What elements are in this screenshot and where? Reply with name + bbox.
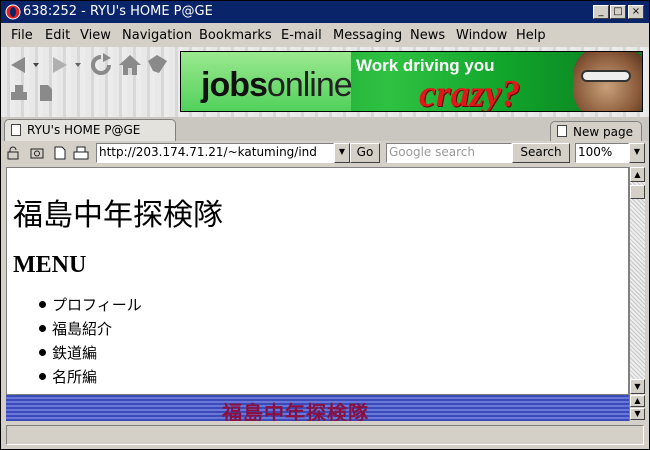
maximize-button[interactable]: □	[610, 5, 626, 19]
banner-glasses-image	[581, 70, 631, 82]
scroll-up-button[interactable]: ▲	[630, 395, 645, 407]
maximize-icon: □	[613, 6, 623, 17]
bookmarks-icon[interactable]	[145, 53, 171, 77]
menu-messaging[interactable]: Messaging	[333, 28, 402, 43]
close-button[interactable]: ×	[628, 5, 644, 19]
menu-bookmarks[interactable]: Bookmarks	[199, 28, 272, 43]
menu-item-sights[interactable]: 名所編	[52, 368, 97, 386]
menu-help[interactable]: Help	[516, 28, 546, 43]
scroll-thumb[interactable]	[630, 185, 645, 199]
bullet-icon	[39, 325, 46, 332]
reload-icon[interactable]	[89, 53, 113, 77]
chevron-down-icon: ▼	[634, 409, 641, 418]
menu-email[interactable]: E-mail	[281, 28, 322, 43]
chevron-up-icon: ▲	[634, 170, 641, 179]
print-preview-icon[interactable]	[73, 146, 89, 160]
menu-window[interactable]: Window	[456, 28, 507, 43]
minimize-icon: _	[598, 6, 604, 17]
chevron-down-icon: ▼	[338, 147, 346, 156]
new-page-icon	[557, 125, 567, 137]
search-button[interactable]: Search	[512, 143, 570, 163]
bullet-icon	[39, 349, 46, 356]
bullet-icon	[39, 373, 46, 380]
bottom-frame: 福島中年探検隊	[6, 395, 629, 421]
content-scrollbar[interactable]: ▲ ▼	[629, 167, 645, 395]
go-button[interactable]: Go	[350, 143, 380, 163]
back-icon[interactable]	[7, 55, 29, 75]
zoom-dropdown[interactable]: ▼	[629, 143, 645, 163]
banner-brand-light: online	[266, 66, 353, 104]
forward-dropdown-icon[interactable]	[74, 61, 82, 69]
menu-heading: MENU	[13, 252, 87, 278]
list-item[interactable]: プロフィール	[39, 294, 142, 318]
forward-icon[interactable]	[49, 55, 71, 75]
close-icon: ×	[631, 6, 641, 17]
url-history-dropdown[interactable]: ▼	[334, 143, 350, 163]
page-title: 福島中年探検隊	[13, 198, 223, 233]
scroll-down-button[interactable]: ▼	[630, 408, 645, 420]
menu-item-profile[interactable]: プロフィール	[52, 296, 142, 314]
bottom-frame-title: 福島中年探検隊	[222, 401, 369, 421]
tab-bar: RYU's HOME P@GE New page	[1, 117, 649, 141]
menu-edit[interactable]: Edit	[45, 28, 70, 43]
minimize-button[interactable]: _	[593, 5, 609, 19]
new-page-label: New page	[573, 125, 633, 139]
page-info-icon[interactable]	[54, 146, 66, 160]
page-icon	[11, 124, 21, 136]
chevron-down-icon: ▼	[634, 382, 641, 391]
back-dropdown-icon[interactable]	[32, 61, 40, 69]
scroll-up-button[interactable]: ▲	[630, 167, 645, 182]
chevron-down-icon: ▼	[633, 147, 641, 156]
address-bar-row: http://203.174.71.21/~katuming/ind ▼ Go …	[1, 141, 649, 166]
home-icon[interactable]	[117, 53, 143, 77]
tab-label: RYU's HOME P@GE	[27, 123, 141, 137]
tab-new-page[interactable]: New page	[550, 121, 642, 141]
opera-logo-icon	[5, 4, 21, 20]
jobsonline-banner-ad[interactable]: jobsonline Work driving you crazy?	[180, 51, 643, 112]
title-bar: 638:252 - RYU's HOME P@GE _ □ ×	[1, 1, 649, 23]
banner-headline: crazy?	[419, 73, 521, 112]
search-input[interactable]: Google search	[386, 143, 512, 163]
window-title: 638:252 - RYU's HOME P@GE	[23, 4, 213, 19]
cookie-icon[interactable]	[30, 146, 44, 160]
menu-navigation[interactable]: Navigation	[122, 28, 192, 43]
bottom-frame-scrollbar[interactable]: ▲ ▼	[629, 395, 645, 421]
url-input[interactable]: http://203.174.71.21/~katuming/ind	[96, 143, 334, 163]
security-lock-icon[interactable]	[6, 146, 20, 160]
chevron-up-icon: ▲	[634, 396, 641, 405]
banner-brand-bold: jobs	[201, 66, 268, 104]
menu-file[interactable]: File	[11, 28, 33, 43]
list-item[interactable]: 福島紹介	[39, 318, 142, 342]
browser-window: 638:252 - RYU's HOME P@GE _ □ × File Edi…	[0, 0, 650, 450]
bullet-icon	[39, 301, 46, 308]
menu-item-fukushima[interactable]: 福島紹介	[52, 320, 112, 338]
status-bar	[6, 425, 644, 445]
menu-view[interactable]: View	[80, 28, 111, 43]
page-content: 福島中年探検隊 MENU プロフィール 福島紹介 鉄道編 名所編	[6, 167, 629, 395]
list-item[interactable]: 鉄道編	[39, 342, 142, 366]
scroll-down-button[interactable]: ▼	[630, 379, 645, 394]
tab-active-page[interactable]: RYU's HOME P@GE	[4, 119, 176, 141]
list-item[interactable]: 名所編	[39, 366, 142, 390]
menu-item-railway[interactable]: 鉄道編	[52, 344, 97, 362]
menu-news[interactable]: News	[410, 28, 445, 43]
banner-logo: jobsonline	[201, 66, 353, 105]
menu-list: プロフィール 福島紹介 鉄道編 名所編	[39, 294, 142, 394]
zoom-input[interactable]: 100%	[575, 143, 629, 163]
document-icon[interactable]	[37, 83, 55, 103]
print-icon[interactable]	[9, 83, 29, 103]
menu-bar: File Edit View Navigation Bookmarks E-ma…	[1, 24, 649, 46]
